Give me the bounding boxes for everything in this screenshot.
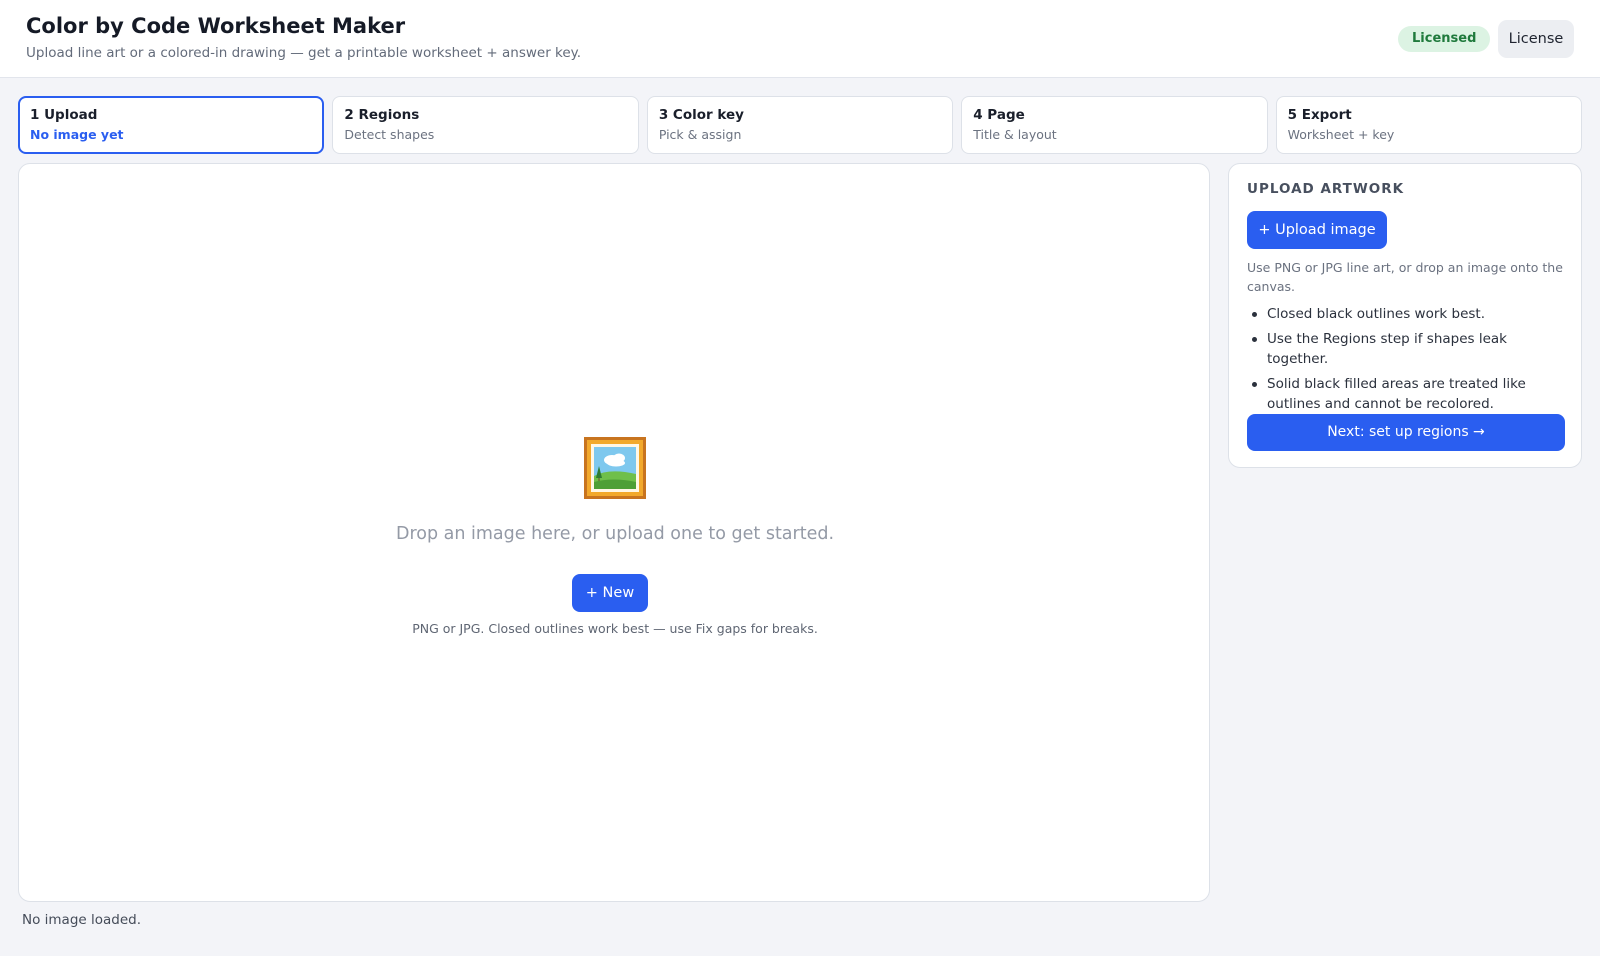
step-export[interactable]: 5 Export Worksheet + key — [1275, 96, 1583, 154]
step-regions[interactable]: 2 Regions Detect shapes — [332, 96, 639, 154]
app-title: Color by Code Worksheet Maker — [26, 14, 406, 38]
panel-heading: UPLOAD ARTWORK — [1247, 181, 1405, 197]
step-title: 3 Color key — [658, 107, 744, 123]
list-item: Use the Regions step if shapes leak toge… — [1247, 329, 1569, 369]
list-item: Closed black outlines work best. — [1247, 304, 1569, 324]
step-subtitle: Pick & assign — [658, 127, 742, 142]
upload-image-button[interactable]: + Upload image — [1247, 211, 1387, 249]
step-color-key[interactable]: 3 Color key Pick & assign — [646, 96, 954, 154]
step-tabs: 1 Upload No image yet 2 Regions Detect s… — [18, 96, 1583, 154]
step-title: 4 Page — [973, 107, 1025, 123]
step-subtitle: Worksheet + key — [1287, 127, 1395, 142]
step-upload[interactable]: 1 Upload No image yet — [18, 96, 325, 154]
tips-list: Closed black outlines work best. Use the… — [1247, 304, 1569, 419]
app-subtitle: Upload line art or a colored-in drawing … — [26, 45, 582, 61]
list-item: Solid black filled areas are treated lik… — [1247, 374, 1569, 414]
app-header: Color by Code Worksheet Maker Upload lin… — [0, 0, 1600, 78]
step-subtitle: Detect shapes — [344, 127, 435, 142]
step-title: 2 Regions — [344, 107, 420, 123]
step-title: 5 Export — [1287, 107, 1352, 123]
step-subtitle: Title & layout — [973, 127, 1057, 142]
panel-help-text: Use PNG or JPG line art, or drop an imag… — [1247, 260, 1563, 294]
status-text: No image loaded. — [22, 912, 142, 928]
empty-state-text: Drop an image here, or upload one to get… — [395, 524, 835, 544]
step-page[interactable]: 4 Page Title & layout — [961, 96, 1268, 154]
license-button[interactable]: License — [1498, 20, 1574, 58]
step-subtitle: No image yet — [30, 127, 124, 142]
canvas-drop-area[interactable]: Drop an image here, or upload one to get… — [18, 163, 1210, 902]
next-regions-button[interactable]: Next: set up regions → — [1247, 414, 1565, 451]
new-button[interactable]: + New — [572, 574, 648, 612]
licensed-badge: Licensed — [1398, 26, 1491, 52]
empty-state-hint: PNG or JPG. Closed outlines work best — … — [412, 621, 818, 636]
step-title: 1 Upload — [30, 107, 98, 123]
framed-picture-icon — [584, 437, 646, 499]
upload-artwork-panel: UPLOAD ARTWORK + Upload image Use PNG or… — [1228, 163, 1582, 468]
